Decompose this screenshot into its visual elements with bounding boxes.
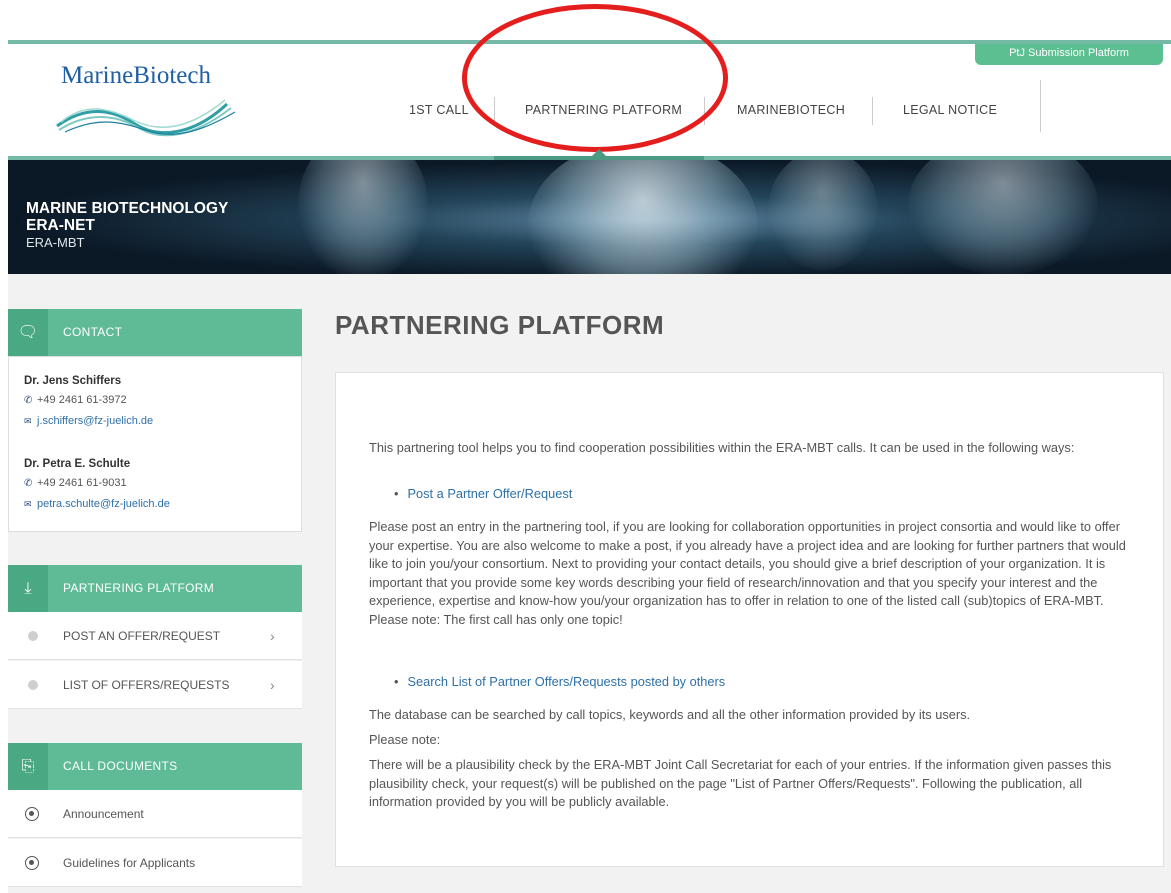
phone-icon: ✆ <box>24 395 33 406</box>
banner-title-line1: MARINE BIOTECHNOLOGY <box>26 200 229 217</box>
contact-email-text[interactable]: j.schiffers@fz-juelich.de <box>37 415 153 427</box>
contact-phone: ✆ +49 2461 61-9031 <box>24 477 127 489</box>
page-title: PARTNERING PLATFORM <box>335 310 665 340</box>
search-partner-offers-link[interactable]: Search List of Partner Offers/Requests p… <box>394 674 725 689</box>
ptj-submission-button[interactable]: PtJ Submission Platform <box>975 44 1163 65</box>
banner-title-line2: ERA-NET <box>26 217 95 234</box>
sidebar-item-announcement[interactable]: Announcement <box>8 790 302 838</box>
radio-circle-icon <box>25 856 39 870</box>
bullet-dot-icon <box>28 631 38 641</box>
sidebar-item-list-offers[interactable]: LIST OF OFFERS/REQUESTS › <box>8 661 302 709</box>
wave-logo-icon <box>56 99 236 137</box>
sidebar-item-label: POST AN OFFER/REQUEST <box>63 629 221 643</box>
post-partner-offer-link[interactable]: Post a Partner Offer/Request <box>394 486 572 501</box>
sidebar-item-label: Guidelines for Applicants <box>63 856 196 870</box>
partnering-platform-heading: PARTNERING PLATFORM <box>63 581 215 595</box>
envelope-icon: ✉ <box>24 499 32 509</box>
post-instructions-paragraph: Please post an entry in the partnering t… <box>369 519 1126 627</box>
sidebar-item-label: Announcement <box>63 807 144 821</box>
nav-divider <box>1040 80 1041 132</box>
document-icon: ⎘ <box>8 743 48 790</box>
nav-1st-call[interactable]: 1ST CALL <box>409 80 469 140</box>
sidebar-item-post-offer[interactable]: POST AN OFFER/REQUEST › <box>8 612 302 660</box>
jellyfish-image <box>528 160 758 274</box>
red-highlight-circle <box>462 4 728 152</box>
nav-marinebiotech[interactable]: MARINEBIOTECH <box>737 80 845 140</box>
phone-icon: ✆ <box>24 478 33 489</box>
banner-title-block: MARINE BIOTECHNOLOGY ERA-NET ERA-MBT <box>26 200 228 252</box>
contact-box: Dr. Jens Schiffers ✆ +49 2461 61-3972 ✉ j.… <box>8 356 302 532</box>
database-paragraph: The database can be searched by call top… <box>369 707 971 722</box>
contact-phone-text: +49 2461 61-3972 <box>37 394 127 406</box>
chat-bubbles-icon: 🗨 <box>8 309 48 356</box>
chevron-right-icon: › <box>270 628 275 644</box>
please-note-label: Please note: <box>369 732 441 747</box>
marinebiotech-logo[interactable]: MarineBiotech <box>55 62 245 142</box>
contact-header: 🗨 CONTACT <box>8 309 302 356</box>
jellyfish-image <box>298 160 428 274</box>
jellyfish-banner: MARINE BIOTECHNOLOGY ERA-NET ERA-MBT <box>8 160 1171 274</box>
contact-email-text[interactable]: petra.schulte@fz-juelich.de <box>37 498 170 510</box>
bullet-dot-icon <box>28 680 38 690</box>
partnering-platform-header[interactable]: ⤓ PARTNERING PLATFORM <box>8 565 302 612</box>
jellyfish-image <box>908 160 1098 274</box>
contact-phone-text: +49 2461 61-9031 <box>37 477 127 489</box>
nav-divider <box>872 97 873 125</box>
content-panel: This partnering tool helps you to find c… <box>335 372 1164 867</box>
contact-name: Dr. Petra E. Schulte <box>24 458 131 470</box>
call-documents-heading: CALL DOCUMENTS <box>63 759 178 773</box>
download-icon: ⤓ <box>8 565 48 612</box>
nav-legal-notice[interactable]: LEGAL NOTICE <box>903 80 997 140</box>
plausibility-paragraph: There will be a plausibility check by th… <box>369 757 1112 809</box>
contact-name: Dr. Jens Schiffers <box>24 375 122 387</box>
envelope-icon: ✉ <box>24 416 32 426</box>
chevron-right-icon: › <box>270 677 275 693</box>
sidebar-item-label: LIST OF OFFERS/REQUESTS <box>63 678 230 692</box>
banner-subtitle: ERA-MBT <box>26 235 85 250</box>
radio-circle-icon <box>25 807 39 821</box>
contact-email-link[interactable]: ✉ j.schiffers@fz-juelich.de <box>24 415 153 427</box>
contact-phone: ✆ +49 2461 61-3972 <box>24 394 127 406</box>
contact-heading: CONTACT <box>63 325 123 339</box>
logo-text: MarineBiotech <box>61 62 211 89</box>
sidebar-item-guidelines[interactable]: Guidelines for Applicants <box>8 839 302 887</box>
intro-paragraph: This partnering tool helps you to find c… <box>369 440 1075 455</box>
call-documents-header[interactable]: ⎘ CALL DOCUMENTS <box>8 743 302 790</box>
contact-email-link[interactable]: ✉ petra.schulte@fz-juelich.de <box>24 498 170 510</box>
active-nav-arrow <box>592 149 606 156</box>
jellyfish-image <box>768 160 878 270</box>
